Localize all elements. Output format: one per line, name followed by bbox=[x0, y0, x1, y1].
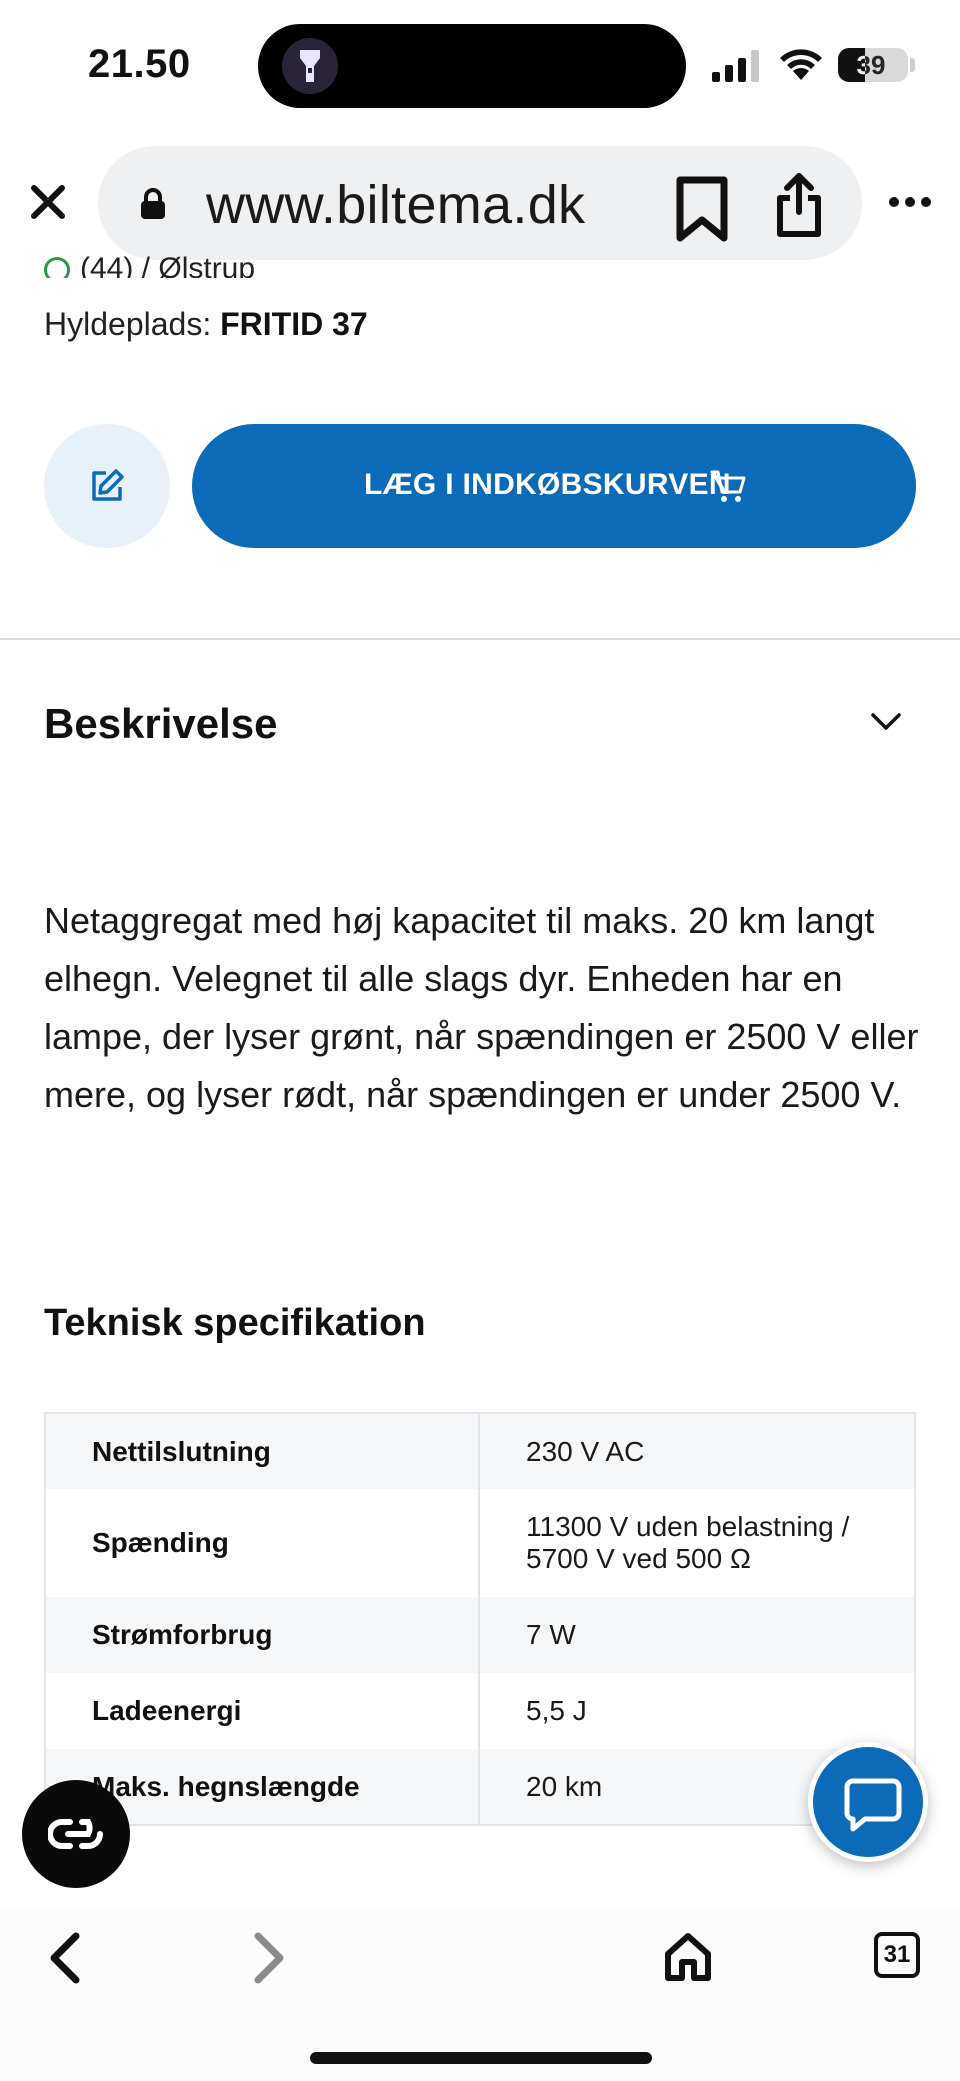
close-icon[interactable] bbox=[26, 180, 70, 224]
add-to-cart-label: LÆG I INDKØBSKURVEN bbox=[364, 468, 731, 501]
chevron-down-icon[interactable] bbox=[870, 712, 902, 732]
share-icon[interactable] bbox=[774, 172, 824, 238]
more-icon[interactable] bbox=[888, 196, 932, 208]
spec-table: Nettilslutning 230 V AC Spænding 11300 V… bbox=[44, 1412, 916, 1826]
spec-value: 11300 V uden belastning / 5700 V ved 500… bbox=[526, 1511, 850, 1574]
shelf-value: FRITID 37 bbox=[220, 306, 368, 342]
description-text: Netaggregat med høj kapacitet til maks. … bbox=[44, 900, 919, 1115]
table-row: Maks. hegnslængde 20 km bbox=[45, 1749, 915, 1825]
spec-value: 7 W bbox=[479, 1597, 915, 1673]
description-heading[interactable]: Beskrivelse bbox=[44, 700, 278, 748]
bookmark-icon[interactable] bbox=[674, 176, 730, 242]
cellular-signal-icon bbox=[712, 50, 759, 82]
lock-icon bbox=[141, 188, 165, 219]
cart-icon bbox=[710, 470, 746, 502]
flashlight-icon bbox=[282, 38, 338, 94]
chat-icon bbox=[844, 1778, 902, 1832]
status-time: 21.50 bbox=[88, 42, 191, 86]
stock-status: (44) / Ølstrup bbox=[44, 252, 255, 278]
section-divider bbox=[0, 638, 960, 640]
table-row: Strømforbrug 7 W bbox=[45, 1597, 915, 1673]
add-to-cart-button[interactable]: LÆG I INDKØBSKURVEN bbox=[192, 424, 916, 548]
battery-icon: 39 bbox=[838, 48, 908, 82]
spec-heading: Teknisk specifikation bbox=[44, 1302, 426, 1344]
spec-value: 230 V AC bbox=[479, 1413, 915, 1489]
shelf-label: Hyldeplads: bbox=[44, 306, 212, 342]
browser-toolbar: 31 bbox=[0, 1908, 960, 2081]
stock-status-text: (44) / Ølstrup bbox=[80, 252, 256, 278]
spec-key: Strømforbrug bbox=[45, 1597, 480, 1673]
battery-percent: 39 bbox=[856, 50, 886, 80]
spec-key: Spænding bbox=[45, 1489, 480, 1597]
reader-icon bbox=[48, 1819, 103, 1849]
wifi-icon bbox=[780, 49, 822, 80]
table-row: Ladeenergi 5,5 J bbox=[45, 1673, 915, 1749]
shelf-location: Hyldeplads: FRITID 37 bbox=[44, 306, 368, 343]
add-to-list-button[interactable] bbox=[44, 424, 170, 548]
battery-tip bbox=[910, 58, 915, 72]
chat-button[interactable] bbox=[808, 1742, 928, 1862]
back-icon[interactable] bbox=[46, 1932, 82, 1984]
url-field[interactable]: www.biltema.dk bbox=[98, 146, 862, 260]
url-text: www.biltema.dk bbox=[206, 175, 586, 235]
dynamic-island bbox=[258, 24, 686, 108]
spec-key: Nettilslutning bbox=[45, 1413, 480, 1489]
home-indicator[interactable] bbox=[310, 2052, 652, 2064]
tabs-button[interactable]: 31 bbox=[874, 1932, 920, 1978]
home-icon[interactable] bbox=[662, 1930, 714, 1982]
stock-indicator-icon bbox=[44, 257, 70, 278]
status-bar: 21.50 39 bbox=[0, 0, 960, 130]
browser-address-bar: www.biltema.dk bbox=[0, 140, 960, 270]
edit-icon bbox=[92, 469, 124, 501]
reader-mode-button[interactable] bbox=[22, 1780, 130, 1888]
spec-key: Ladeenergi bbox=[45, 1673, 480, 1749]
forward-icon[interactable] bbox=[252, 1932, 288, 1984]
table-row: Nettilslutning 230 V AC bbox=[45, 1413, 915, 1489]
table-row: Spænding 11300 V uden belastning / 5700 … bbox=[45, 1489, 915, 1597]
spec-value: 5,5 J bbox=[526, 1695, 587, 1726]
